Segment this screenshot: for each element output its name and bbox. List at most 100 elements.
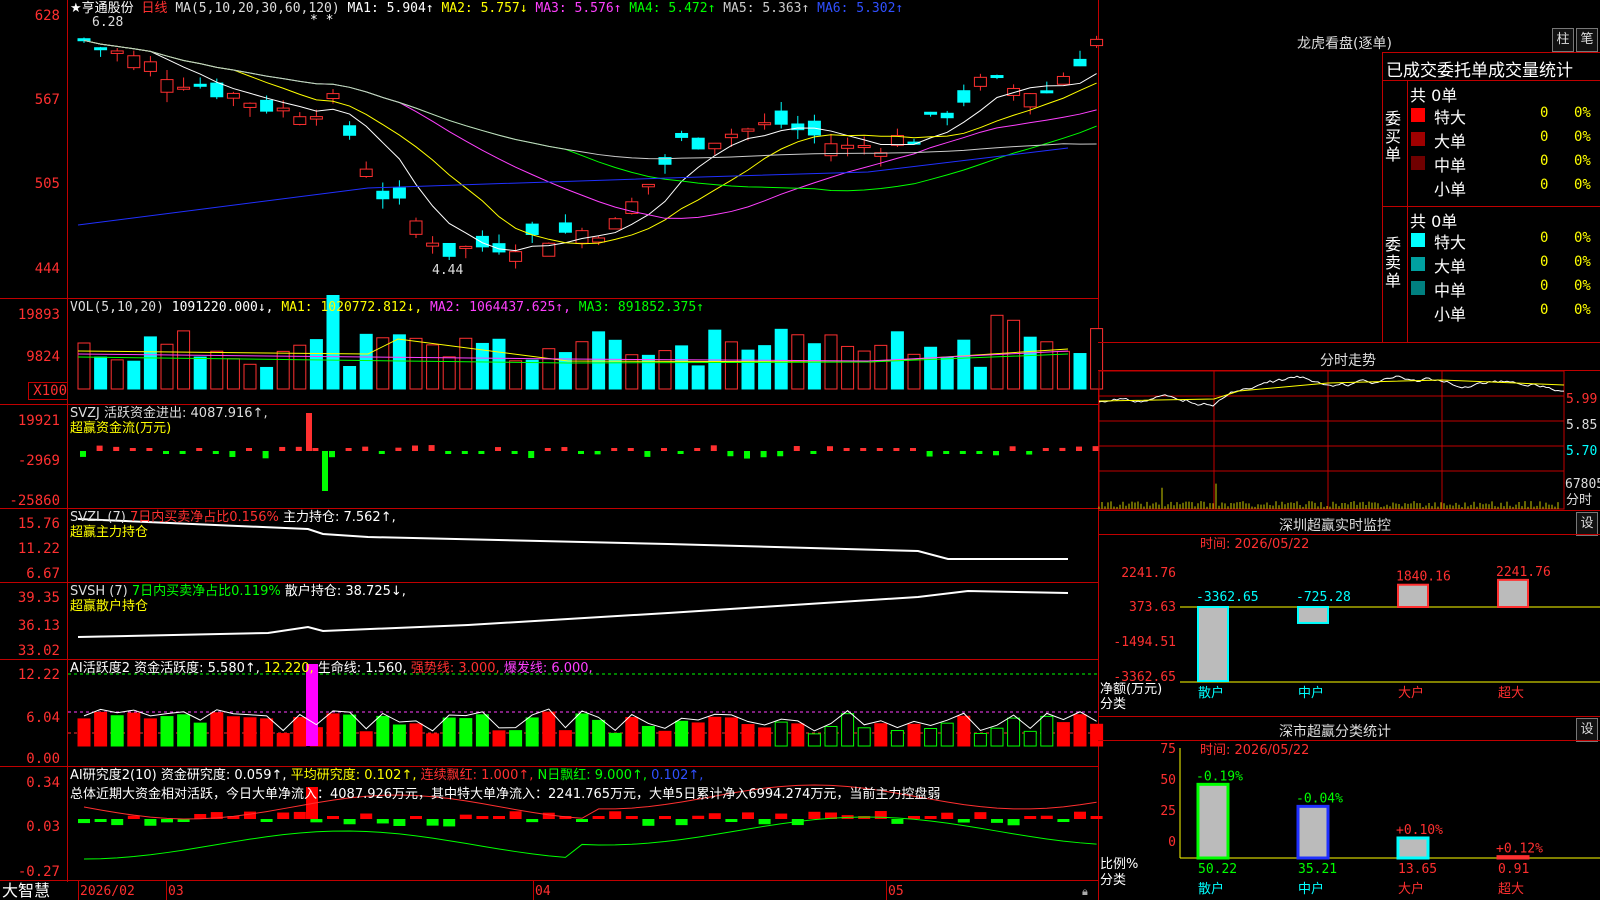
candle-body [276, 107, 290, 112]
candle-body [459, 245, 473, 249]
volume-bar [542, 348, 556, 390]
buy-row-name-0: 特大 [1434, 108, 1467, 127]
lock-icon[interactable]: 🔒︎ [1082, 884, 1088, 899]
volume-bar [575, 341, 589, 390]
ai-research-bar [609, 811, 622, 819]
main-kline-panel[interactable] [68, 0, 1104, 298]
volume-bar [77, 342, 91, 390]
ai-research-bar [277, 812, 290, 819]
kline-chart[interactable] [68, 0, 1104, 298]
ma2-value: MA2: 5.757↓ [441, 1, 528, 16]
app-brand[interactable]: 大智慧 [2, 882, 50, 900]
sell-row-pct-1: 0% [1574, 254, 1591, 270]
ai-active-header-a: AI活跃度2 资金活跃度: 5.580↑, [70, 661, 260, 676]
sz-class-y-label: 75 [1160, 742, 1176, 757]
volume-bar [359, 333, 373, 390]
y-label-628: 628 [34, 8, 60, 24]
sz-class-y-label: 25 [1160, 804, 1176, 819]
period-label[interactable]: 日线 [141, 1, 167, 16]
candle-body [708, 142, 722, 150]
dragon-tiger-title: 龙虎看盘(逐单) [1297, 36, 1392, 52]
svzj-bar [876, 448, 883, 451]
volume-bar [110, 359, 124, 390]
sz-monitor-category-label: 超大 [1498, 686, 1524, 701]
svzj-bar [793, 446, 800, 451]
ai-research-bar [360, 813, 373, 819]
buy-row-count-2: 0 [1540, 153, 1549, 169]
ai-research-bar [260, 819, 273, 822]
volume-bar [492, 338, 506, 390]
candle-body [990, 75, 1004, 79]
volume-bar [841, 345, 855, 390]
tick-view-button[interactable]: 笔 [1576, 28, 1598, 52]
intraday-frame [1098, 370, 1565, 510]
svzj-bar [312, 448, 319, 451]
ai-research-bar [675, 819, 688, 826]
low-price-marker: 4.44 [432, 263, 464, 278]
volume-bar [426, 344, 440, 390]
svzj-bar [926, 451, 933, 457]
sz-class-settings-button[interactable]: 设 [1576, 718, 1598, 742]
candle-body [343, 125, 357, 136]
candle-body [675, 132, 689, 138]
ai-active-bar [459, 718, 473, 747]
ai-research-bar [376, 819, 389, 824]
ai-active-y-bot: 0.00 [26, 751, 60, 767]
svzj-bar [744, 451, 750, 459]
ai-research-bar [592, 816, 605, 819]
ai-research-bar [708, 813, 721, 819]
ai-active-bar [890, 730, 904, 747]
sz-monitor-unit: 净额(万元) [1100, 682, 1163, 697]
candle-body [857, 145, 871, 149]
dragon-tiger-tabs[interactable]: 已成交委托单成交量统计 [1386, 56, 1573, 81]
svzj-bar [611, 448, 618, 451]
sell-row-count-3: 0 [1540, 302, 1549, 318]
candle-body [641, 183, 655, 188]
sz-monitor-y-label: -1494.51 [1113, 635, 1176, 650]
candle-body [592, 237, 606, 243]
intraday-chart[interactable] [1098, 370, 1565, 510]
volume-bar [509, 360, 523, 390]
ai-active-bar [1023, 730, 1037, 747]
buy-row-pct-0: 0% [1574, 105, 1591, 121]
sz-class-chart[interactable]: 75 50 25 0 -0.19% 50.22 散户 -0.04% 35.21 中户 +0.10% 1… [1098, 740, 1600, 900]
sz-monitor-chart[interactable]: 2241.76373.63-1494.51-3362.65-3362.65散户-… [1098, 535, 1600, 715]
volume-bar [210, 350, 224, 390]
svzj-bar [428, 445, 435, 451]
ai-research-header-b: 平均研究度: 0.102↑, [290, 768, 417, 783]
tick-apr [533, 880, 534, 900]
vol-unit: X100 [28, 382, 68, 400]
volume-bar [177, 330, 191, 390]
ai-research-y-top: 0.34 [26, 775, 60, 791]
candle-body [243, 102, 257, 108]
y-label-505: 505 [34, 176, 60, 192]
volume-bar [691, 365, 705, 390]
ai-research-chart[interactable] [68, 767, 1103, 881]
candle-body [575, 230, 589, 244]
sell-row-pct-3: 0% [1574, 302, 1591, 318]
ai-active-header-b: 12.220, [264, 661, 314, 676]
dt-divider-tabs [1382, 80, 1600, 81]
time-label-mar: 03 [168, 884, 184, 899]
svzj-bar [279, 446, 286, 451]
svzj-bar [959, 451, 966, 455]
ai-active-bar [807, 733, 821, 747]
sell-row-pct-0: 0% [1574, 230, 1591, 246]
sz-class-pct-label: +0.10% [1396, 823, 1443, 838]
column-view-button[interactable]: 柱 [1552, 28, 1574, 52]
ai-research-bar [758, 819, 771, 825]
intraday-avg-line [1098, 379, 1565, 402]
ai-research-bar [127, 815, 140, 819]
ai-research-header-e: 0.102↑, [651, 768, 704, 783]
volume-bar [226, 358, 240, 390]
volume-bar [874, 344, 888, 390]
sz-class-category-label: 大户 [1398, 881, 1424, 897]
candle-body [758, 122, 772, 126]
stock-name[interactable]: ★亨通股份 [70, 1, 134, 16]
sz-monitor-settings-button[interactable]: 设 [1576, 512, 1598, 536]
time-label-may: 05 [888, 884, 904, 899]
ai-research-bar [393, 819, 406, 826]
ma60-line [83, 39, 1097, 160]
candle-body [940, 112, 954, 119]
volume-bar [608, 339, 622, 390]
